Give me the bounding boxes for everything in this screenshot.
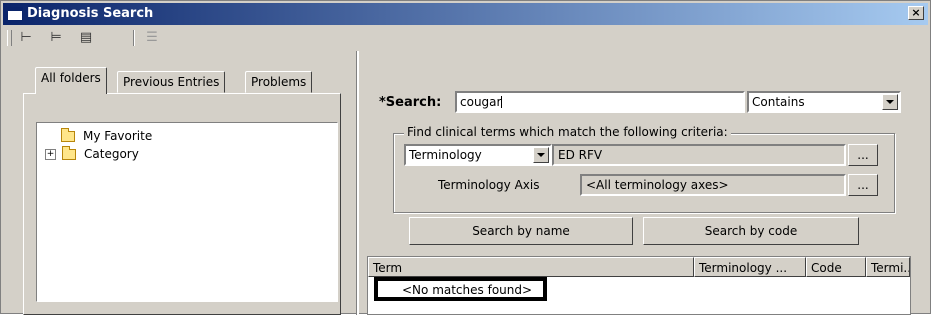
search-panel: *Search: cougar Contains Find clinical t… — [361, 51, 931, 315]
search-by-name-button[interactable]: Search by name — [409, 217, 633, 245]
criteria-caption: Find clinical terms which match the foll… — [404, 125, 731, 139]
toolbar: ⊢ ⊨ ▤ ☰ — [3, 27, 928, 49]
left-panel: All folders Previous Entries Problems My… — [15, 67, 341, 315]
title-bar: Diagnosis Search × — [3, 3, 928, 25]
column-header-terminology[interactable]: Terminology ... — [694, 257, 806, 277]
terminology-axis-label: Terminology Axis — [438, 178, 540, 192]
properties-icon[interactable]: ☰ — [143, 30, 161, 46]
terminology-browse-button[interactable]: ... — [848, 144, 878, 166]
terminology-value-field: ED RFV — [552, 144, 846, 166]
folder-icon — [61, 127, 75, 142]
criteria-groupbox: Find clinical terms which match the foll… — [393, 125, 895, 213]
match-mode-select[interactable]: Contains — [747, 91, 901, 113]
close-button[interactable]: × — [908, 6, 924, 20]
window-icon — [7, 7, 23, 21]
match-mode-value: Contains — [752, 95, 805, 109]
terminology-select-value: Terminology — [409, 148, 482, 162]
terminology-axis-field: <All terminology axes> — [580, 174, 846, 196]
toolbar-grip — [7, 30, 12, 46]
panel-splitter[interactable] — [356, 51, 359, 315]
tree-item-label: Category — [84, 147, 139, 161]
tab-all-folders[interactable]: All folders — [35, 67, 107, 94]
search-input[interactable]: cougar — [455, 91, 745, 113]
terminology-select[interactable]: Terminology — [404, 144, 552, 166]
hierarchy-alt-icon[interactable]: ⊨ — [47, 30, 65, 46]
tree-item-label: My Favorite — [83, 129, 153, 143]
text-caret — [501, 96, 503, 108]
hierarchy-icon[interactable]: ⊢ — [17, 30, 35, 46]
folder-icon — [62, 145, 76, 160]
tab-page-all-folders: My Favorite + Category — [23, 93, 341, 315]
search-by-code-button[interactable]: Search by code — [643, 217, 859, 245]
search-label: *Search: — [379, 95, 442, 110]
tab-previous-entries[interactable]: Previous Entries — [117, 71, 226, 93]
expand-icon[interactable]: + — [45, 148, 56, 160]
no-matches-message: <No matches found> — [374, 277, 547, 301]
chevron-down-icon[interactable] — [533, 147, 549, 163]
column-header-term[interactable]: Term — [368, 257, 694, 277]
column-header-termi[interactable]: Termi... — [866, 257, 910, 277]
tab-problems[interactable]: Problems — [245, 71, 313, 93]
search-input-value: cougar — [460, 95, 502, 109]
tree-item-my-favorite[interactable]: My Favorite — [61, 127, 152, 145]
toolbar-separator — [133, 30, 135, 46]
add-folder-icon[interactable]: ▤ — [77, 30, 95, 46]
window-title: Diagnosis Search — [27, 6, 154, 21]
results-grid[interactable]: Term Terminology ... Code Termi... <No m… — [367, 256, 911, 315]
terminology-axis-browse-button[interactable]: ... — [848, 174, 878, 196]
folder-tree[interactable]: My Favorite + Category — [36, 122, 338, 302]
diagnosis-search-window: Diagnosis Search × ⊢ ⊨ ▤ ☰ All folders P… — [0, 0, 931, 315]
tree-item-category[interactable]: + Category — [45, 145, 139, 163]
chevron-down-icon[interactable] — [882, 94, 898, 110]
column-header-code[interactable]: Code — [806, 257, 866, 277]
